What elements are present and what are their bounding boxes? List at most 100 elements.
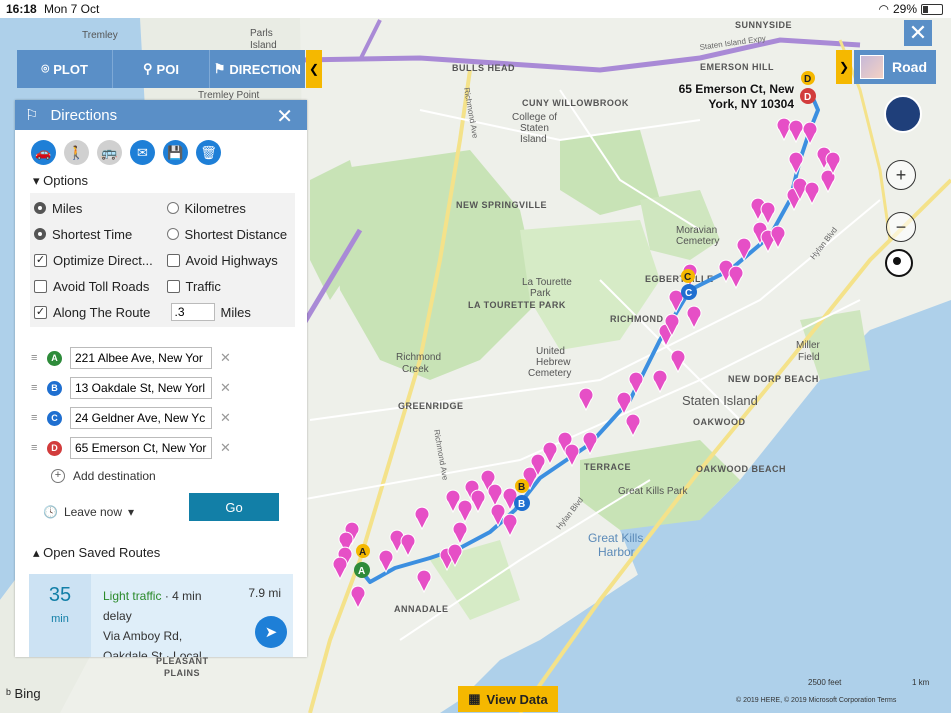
add-destination-button[interactable]: + Add destination — [15, 463, 307, 483]
battery-icon — [921, 3, 943, 15]
map-label: GREENRIDGE — [398, 401, 464, 411]
route-duration: 35 min — [29, 574, 91, 657]
walk-icon[interactable]: 🚶 — [64, 140, 89, 165]
map-label: Staten Island — [682, 393, 758, 408]
stops-list: ≡ A ✕ ≡ B ✕ ≡ C ✕ ≡ D ✕ — [15, 343, 307, 463]
remove-icon[interactable]: ✕ — [220, 410, 231, 426]
map-label: NEW SPRINGVILLE — [456, 200, 547, 210]
drag-handle-icon[interactable]: ≡ — [31, 382, 47, 394]
miles-label: Miles — [52, 200, 83, 216]
route-delay: · 4 min — [164, 589, 202, 603]
map-style-button[interactable]: Road — [854, 50, 936, 84]
along-route-label: Along The Route — [53, 304, 151, 320]
stop-a-input[interactable] — [70, 347, 212, 369]
plus-icon: + — [51, 469, 65, 483]
avoid-toll-checkbox[interactable]: Avoid Toll Roads — [30, 279, 163, 294]
remove-icon[interactable]: ✕ — [220, 350, 231, 366]
kilometres-label: Kilometres — [184, 200, 246, 216]
stop-c-input[interactable] — [70, 407, 212, 429]
map-label: Creek — [402, 364, 430, 375]
map-label: OAKWOOD BEACH — [696, 464, 786, 474]
optimize-label: Optimize Direct... — [53, 252, 153, 268]
traffic-checkbox[interactable]: Traffic — [163, 279, 296, 294]
route-info: Light traffic · 4 min delay Via Amboy Rd… — [103, 586, 243, 657]
stop-d-input[interactable] — [70, 437, 212, 459]
checkbox-checked: ✓ — [34, 253, 47, 267]
shortest-distance-label: Shortest Distance — [184, 226, 288, 242]
remove-icon[interactable]: ✕ — [220, 380, 231, 396]
zoom-in-button[interactable]: + — [886, 160, 916, 190]
leave-now-label: Leave now — [63, 505, 122, 519]
map-thumbnail-icon — [860, 55, 884, 79]
traffic-status: Light traffic — [103, 589, 162, 603]
along-unit-label: Miles — [220, 304, 251, 320]
drag-handle-icon[interactable]: ≡ — [31, 412, 47, 424]
svg-text:B: B — [518, 499, 525, 510]
zoom-out-button[interactable]: − — [886, 212, 916, 242]
stop-row: ≡ C ✕ — [15, 403, 307, 433]
navigate-icon[interactable]: ➤ — [255, 616, 287, 648]
status-bar: 16:18 Mon 7 Oct ◠ 29% — [0, 0, 951, 18]
table-icon: ▦ — [468, 691, 481, 706]
transit-icon[interactable]: 🚌 — [97, 140, 122, 165]
along-route-input[interactable] — [170, 303, 215, 321]
along-route-checkbox[interactable]: ✓ Along The Route — [30, 305, 163, 320]
direction-icon: ⚑ — [213, 61, 226, 76]
map-label: Cemetery — [528, 368, 571, 379]
remove-icon[interactable]: ✕ — [220, 440, 231, 456]
collapse-panel-button[interactable]: ❮ — [306, 50, 322, 88]
battery-percent: 29% — [892, 2, 917, 16]
add-destination-label: Add destination — [73, 469, 156, 483]
email-icon[interactable]: ✉ — [130, 140, 155, 165]
map-label: Miller — [796, 340, 821, 351]
saved-routes-label: Open Saved Routes — [43, 545, 161, 560]
map-copyright: © 2019 HERE, © 2019 Microsoft Corporatio… — [736, 697, 897, 704]
route-minutes: 35 — [48, 584, 72, 606]
map-label: Richmond — [396, 352, 441, 363]
open-saved-routes[interactable]: ▴ Open Saved Routes — [15, 527, 307, 561]
avoid-highways-checkbox[interactable]: Avoid Highways — [163, 253, 296, 268]
route-delay-word: delay — [103, 609, 132, 623]
miles-radio[interactable]: Miles — [30, 201, 163, 216]
checkbox-unchecked — [34, 279, 47, 293]
close-icon[interactable]: ✕ — [904, 20, 932, 46]
radio-selected — [34, 228, 46, 240]
stop-b-input[interactable] — [70, 377, 212, 399]
bing-logo: ᵇ Bing — [6, 686, 41, 701]
options-toggle[interactable]: ▾ Options — [15, 165, 307, 189]
drag-handle-icon[interactable]: ≡ — [31, 352, 47, 364]
save-icon[interactable]: 💾 — [163, 140, 188, 165]
shortest-distance-radio[interactable]: Shortest Distance — [163, 227, 296, 242]
globe-icon[interactable] — [884, 95, 922, 133]
map-label: PLAINS — [164, 668, 200, 678]
route-via-2: Oakdale St · Local — [103, 649, 202, 657]
route-via: Via Amboy Rd, — [103, 629, 183, 643]
shortest-time-label: Shortest Time — [52, 226, 133, 242]
go-button[interactable]: Go — [189, 493, 279, 521]
locate-icon[interactable] — [885, 249, 913, 277]
map-label: Great Kills — [588, 531, 643, 545]
view-data-label: View Data — [486, 691, 548, 707]
poi-button[interactable]: ⚲ POI — [113, 50, 210, 88]
view-data-button[interactable]: ▦ View Data — [458, 686, 558, 712]
map-label: CUNY WILLOWBROOK — [522, 98, 629, 108]
drag-handle-icon[interactable]: ≡ — [31, 442, 47, 454]
close-icon[interactable]: ✕ — [276, 104, 293, 129]
route-summary-card[interactable]: 35 min Light traffic · 4 min delay Via A… — [29, 574, 293, 657]
options-box: Miles Kilometres Shortest Time Shortest … — [30, 193, 295, 327]
panel-header: ⚐ Directions ✕ — [15, 100, 307, 130]
map-label: OAKWOOD — [693, 417, 746, 427]
trash-icon[interactable]: 🗑 — [196, 140, 221, 165]
plot-button[interactable]: ⌾ PLOT — [17, 50, 114, 88]
radio-selected — [34, 202, 46, 214]
car-icon[interactable]: 🚗 — [31, 140, 56, 165]
optimize-checkbox[interactable]: ✓ Optimize Direct... — [30, 253, 163, 268]
leave-now-dropdown[interactable]: 🕓 Leave now ▾ — [43, 505, 134, 519]
expand-style-button[interactable]: ❯ — [836, 50, 852, 84]
map-style-label: Road — [892, 59, 927, 75]
kilometres-radio[interactable]: Kilometres — [163, 201, 296, 216]
scale-feet: 2500 feet — [808, 678, 842, 687]
shortest-time-radio[interactable]: Shortest Time — [30, 227, 163, 242]
direction-button[interactable]: ⚑ DIRECTION — [210, 50, 305, 88]
map-label: NEW DORP BEACH — [728, 374, 819, 384]
